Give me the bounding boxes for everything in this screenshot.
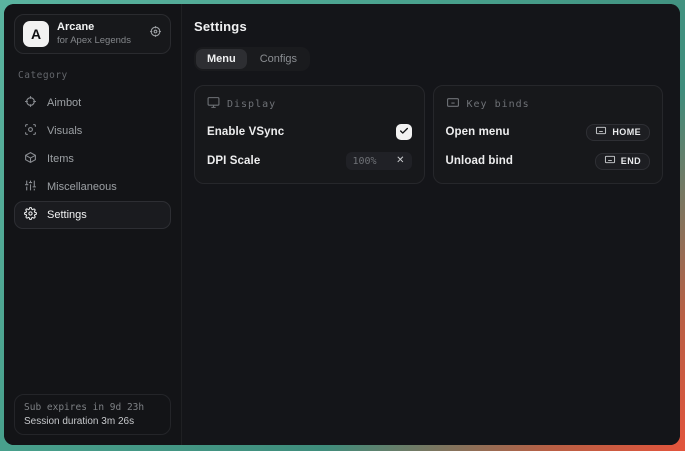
open-menu-bind-button[interactable]: HOME bbox=[586, 124, 650, 141]
tab-menu[interactable]: Menu bbox=[196, 49, 247, 69]
sidebar-item-label: Visuals bbox=[47, 125, 82, 137]
app-logo-letter: A bbox=[31, 26, 41, 42]
display-card-header: Display bbox=[207, 96, 412, 112]
display-card-title: Display bbox=[227, 99, 276, 110]
dpi-scale-value: 100% bbox=[353, 156, 377, 167]
vsync-label: Enable VSync bbox=[207, 126, 284, 138]
settings-cards-row: Display Enable VSync DPI Scale bbox=[194, 85, 663, 184]
app-name: Arcane bbox=[57, 21, 141, 35]
sidebar-item-aimbot[interactable]: Aimbot bbox=[14, 89, 171, 117]
main-content: Settings Menu Configs Display bbox=[182, 4, 680, 445]
sidebar-item-miscellaneous[interactable]: Miscellaneous bbox=[14, 173, 171, 201]
tab-bar: Menu Configs bbox=[194, 47, 310, 71]
tab-configs[interactable]: Configs bbox=[249, 49, 308, 69]
app-logo-card: A Arcane for Apex Legends bbox=[14, 14, 171, 54]
sidebar-item-items[interactable]: Items bbox=[14, 145, 171, 173]
sidebar-item-label: Settings bbox=[47, 209, 87, 221]
open-menu-row: Open menu HOME bbox=[446, 123, 651, 141]
crosshair-status-icon[interactable] bbox=[149, 25, 162, 43]
page-title: Settings bbox=[194, 19, 663, 34]
keybinds-card-title: Key binds bbox=[467, 99, 530, 110]
sidebar-item-settings[interactable]: Settings bbox=[14, 201, 171, 229]
unload-bind-label: Unload bind bbox=[446, 155, 514, 167]
sidebar-nav: Aimbot Visuals Items bbox=[14, 89, 171, 229]
app-window: A Arcane for Apex Legends Category bbox=[4, 4, 680, 445]
sub-expires-text: Sub expires in 9d 23h bbox=[24, 402, 161, 413]
sidebar-item-label: Aimbot bbox=[47, 97, 81, 109]
open-menu-bind-key: HOME bbox=[612, 127, 641, 137]
keyboard-icon bbox=[446, 96, 460, 112]
sidebar-item-label: Items bbox=[47, 153, 74, 165]
eye-icon bbox=[24, 123, 37, 139]
package-icon bbox=[24, 151, 37, 167]
keyboard-icon bbox=[604, 152, 616, 170]
display-card: Display Enable VSync DPI Scale bbox=[194, 85, 425, 184]
keyboard-icon bbox=[595, 123, 607, 141]
sidebar-spacer bbox=[14, 229, 171, 394]
session-duration-text: Session duration 3m 26s bbox=[24, 416, 161, 427]
keybinds-card: Key binds Open menu HOME bbox=[433, 85, 664, 184]
sidebar-item-visuals[interactable]: Visuals bbox=[14, 117, 171, 145]
dpi-scale-input[interactable]: 100% ✕ bbox=[346, 152, 412, 170]
subscription-status-card: Sub expires in 9d 23h Session duration 3… bbox=[14, 394, 171, 435]
app-logo: A bbox=[23, 21, 49, 47]
crosshair-icon bbox=[24, 95, 37, 111]
sliders-icon bbox=[24, 179, 37, 195]
check-icon bbox=[399, 123, 409, 141]
keybinds-card-header: Key binds bbox=[446, 96, 651, 112]
vsync-row: Enable VSync bbox=[207, 123, 412, 141]
dpi-label: DPI Scale bbox=[207, 155, 260, 167]
unload-bind-key: END bbox=[621, 156, 641, 166]
monitor-icon bbox=[207, 96, 220, 112]
unload-bind-button[interactable]: END bbox=[595, 153, 650, 170]
sidebar-item-label: Miscellaneous bbox=[47, 181, 117, 193]
unload-bind-row: Unload bind END bbox=[446, 152, 651, 170]
dpi-row: DPI Scale 100% ✕ bbox=[207, 152, 412, 170]
clear-icon[interactable]: ✕ bbox=[396, 156, 404, 166]
gear-icon bbox=[24, 207, 37, 223]
app-title-block: Arcane for Apex Legends bbox=[57, 21, 141, 47]
open-menu-label: Open menu bbox=[446, 126, 510, 138]
sidebar: A Arcane for Apex Legends Category bbox=[4, 4, 182, 445]
app-subtitle: for Apex Legends bbox=[57, 35, 141, 47]
sidebar-category-label: Category bbox=[18, 70, 167, 81]
vsync-checkbox[interactable] bbox=[396, 124, 412, 140]
